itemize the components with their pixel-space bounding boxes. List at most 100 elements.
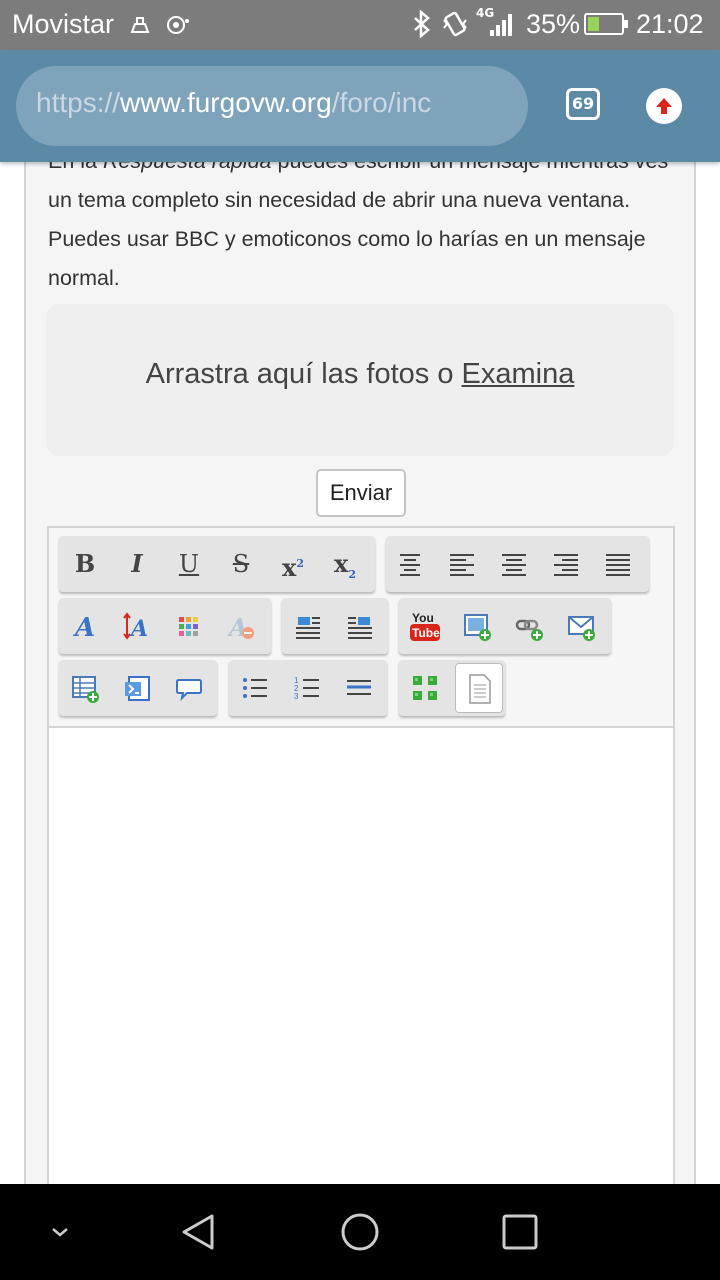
url-path: /foro/inc [331, 87, 432, 118]
subscript-glyph: x [334, 549, 349, 578]
battery-percent: 35% [526, 9, 581, 39]
notification-icon [128, 12, 152, 42]
recents-icon[interactable] [502, 1214, 538, 1250]
bluetooth-icon [412, 9, 432, 44]
strikethrough-button[interactable]: S [221, 544, 261, 584]
text-style-group: B I U S x2 x2 [59, 536, 375, 592]
misc-insert-group [59, 660, 217, 716]
insert-image-button[interactable] [457, 606, 497, 646]
underline-button[interactable]: U [169, 544, 209, 584]
source-mode-button[interactable] [455, 663, 503, 713]
url-scheme: https:// [36, 87, 121, 118]
alignment-group [386, 536, 649, 592]
justify-button[interactable] [598, 544, 638, 584]
dropzone-label: Arrastra aquí las fotos o Examina [46, 358, 674, 391]
float-left-button[interactable] [288, 606, 328, 646]
subscript-button[interactable]: x2 [325, 544, 365, 584]
back-icon[interactable] [180, 1212, 220, 1252]
intro-italic: Respuesta rápida [103, 162, 272, 173]
url-host: www.furgovw.org [120, 87, 332, 118]
browser-toolbar: https://www.furgovw.org/foro/inc 69 [0, 50, 720, 162]
insert-quote-button[interactable] [169, 668, 209, 708]
insert-group: You Tube [399, 598, 611, 654]
insert-code-button[interactable] [117, 668, 157, 708]
bullet-list-button[interactable] [235, 668, 275, 708]
intro-suffix: puedes escribir un mensaje mientras ves … [48, 162, 668, 290]
insert-link-button[interactable] [509, 606, 549, 646]
signal-icon [486, 14, 514, 36]
photo-dropzone[interactable]: Arrastra aquí las fotos o Examina [46, 304, 674, 456]
send-button[interactable]: Enviar [316, 469, 406, 517]
upload-button[interactable] [646, 88, 682, 124]
link-icon [515, 619, 543, 641]
align-middle-button[interactable] [494, 544, 534, 584]
float-left-icon [296, 617, 320, 639]
cast-icon [166, 13, 190, 43]
insert-email-button[interactable] [561, 606, 601, 646]
svg-text:A: A [72, 613, 95, 640]
table-icon [72, 676, 99, 703]
home-icon[interactable] [340, 1212, 380, 1252]
tab-switcher-button[interactable]: 69 [566, 88, 600, 120]
font-size-icon: A [123, 612, 148, 640]
font-face-button[interactable]: A [65, 606, 105, 646]
float-group [282, 598, 388, 654]
align-center-button[interactable] [390, 544, 430, 584]
horizontal-rule-icon [347, 680, 371, 695]
url-text: https://www.furgovw.org/foro/inc [36, 87, 431, 119]
email-icon [568, 616, 595, 641]
quote-icon [176, 679, 202, 702]
list-group: 123 [229, 660, 387, 716]
numbered-list-icon: 123 [294, 676, 319, 701]
intro-prefix: En la [48, 162, 103, 173]
align-left-button[interactable] [442, 544, 482, 584]
emoticons-button[interactable] [405, 668, 445, 708]
italic-button[interactable]: I [117, 544, 157, 584]
svg-text:Tube: Tube [412, 626, 440, 640]
remove-format-button[interactable]: A [221, 606, 261, 646]
view-group [399, 660, 505, 716]
font-size-button[interactable]: A [117, 606, 157, 646]
font-color-button[interactable] [169, 606, 209, 646]
svg-text:A: A [129, 616, 148, 640]
quick-reply-intro: En la Respuesta rápida puedes escribir u… [48, 162, 678, 298]
status-bar: Movistar 4G 35% 21:02 [0, 0, 720, 50]
browse-link[interactable]: Examina [462, 358, 575, 390]
bold-button[interactable]: B [65, 544, 105, 584]
clock: 21:02 [636, 9, 704, 39]
dropzone-text: Arrastra aquí las fotos o [145, 358, 462, 390]
svg-text:You: You [412, 611, 434, 625]
font-group: A A A [59, 598, 271, 654]
youtube-icon: You Tube [410, 611, 440, 641]
carrier-name: Movistar [12, 9, 115, 39]
remove-format-icon: A [227, 613, 254, 640]
align-right-button[interactable] [546, 544, 586, 584]
horizontal-rule-button[interactable] [339, 668, 379, 708]
system-nav-bar [0, 1184, 720, 1280]
chevron-down-icon[interactable] [48, 1220, 72, 1244]
web-content: En la Respuesta rápida puedes escribir u… [0, 162, 720, 1184]
svg-text:3: 3 [294, 692, 299, 701]
emoticons-icon [413, 676, 437, 700]
font-face-icon: A [72, 613, 95, 640]
quick-reply-panel: En la Respuesta rápida puedes escribir u… [24, 162, 696, 1184]
align-right-icon [554, 554, 578, 576]
arrow-up-icon [656, 98, 672, 114]
float-right-button[interactable] [340, 606, 380, 646]
superscript-button[interactable]: x2 [273, 544, 313, 584]
superscript-glyph: x [282, 553, 297, 582]
battery-icon [584, 13, 628, 35]
code-icon [125, 676, 150, 701]
float-right-icon [348, 617, 372, 639]
url-field[interactable]: https://www.furgovw.org/foro/inc [16, 66, 528, 146]
numbered-list-button[interactable]: 123 [287, 668, 327, 708]
align-left-icon [450, 554, 474, 576]
insert-table-button[interactable] [65, 668, 105, 708]
color-palette-icon [179, 617, 198, 636]
bbc-editor: B I U S x2 x2 A A A You Tube 1 2 3 [47, 526, 675, 1184]
align-middle-icon [502, 554, 526, 576]
bullet-list-icon [243, 678, 267, 698]
message-textarea[interactable] [49, 726, 673, 1184]
youtube-button[interactable]: You Tube [405, 606, 445, 646]
document-icon [469, 674, 491, 704]
